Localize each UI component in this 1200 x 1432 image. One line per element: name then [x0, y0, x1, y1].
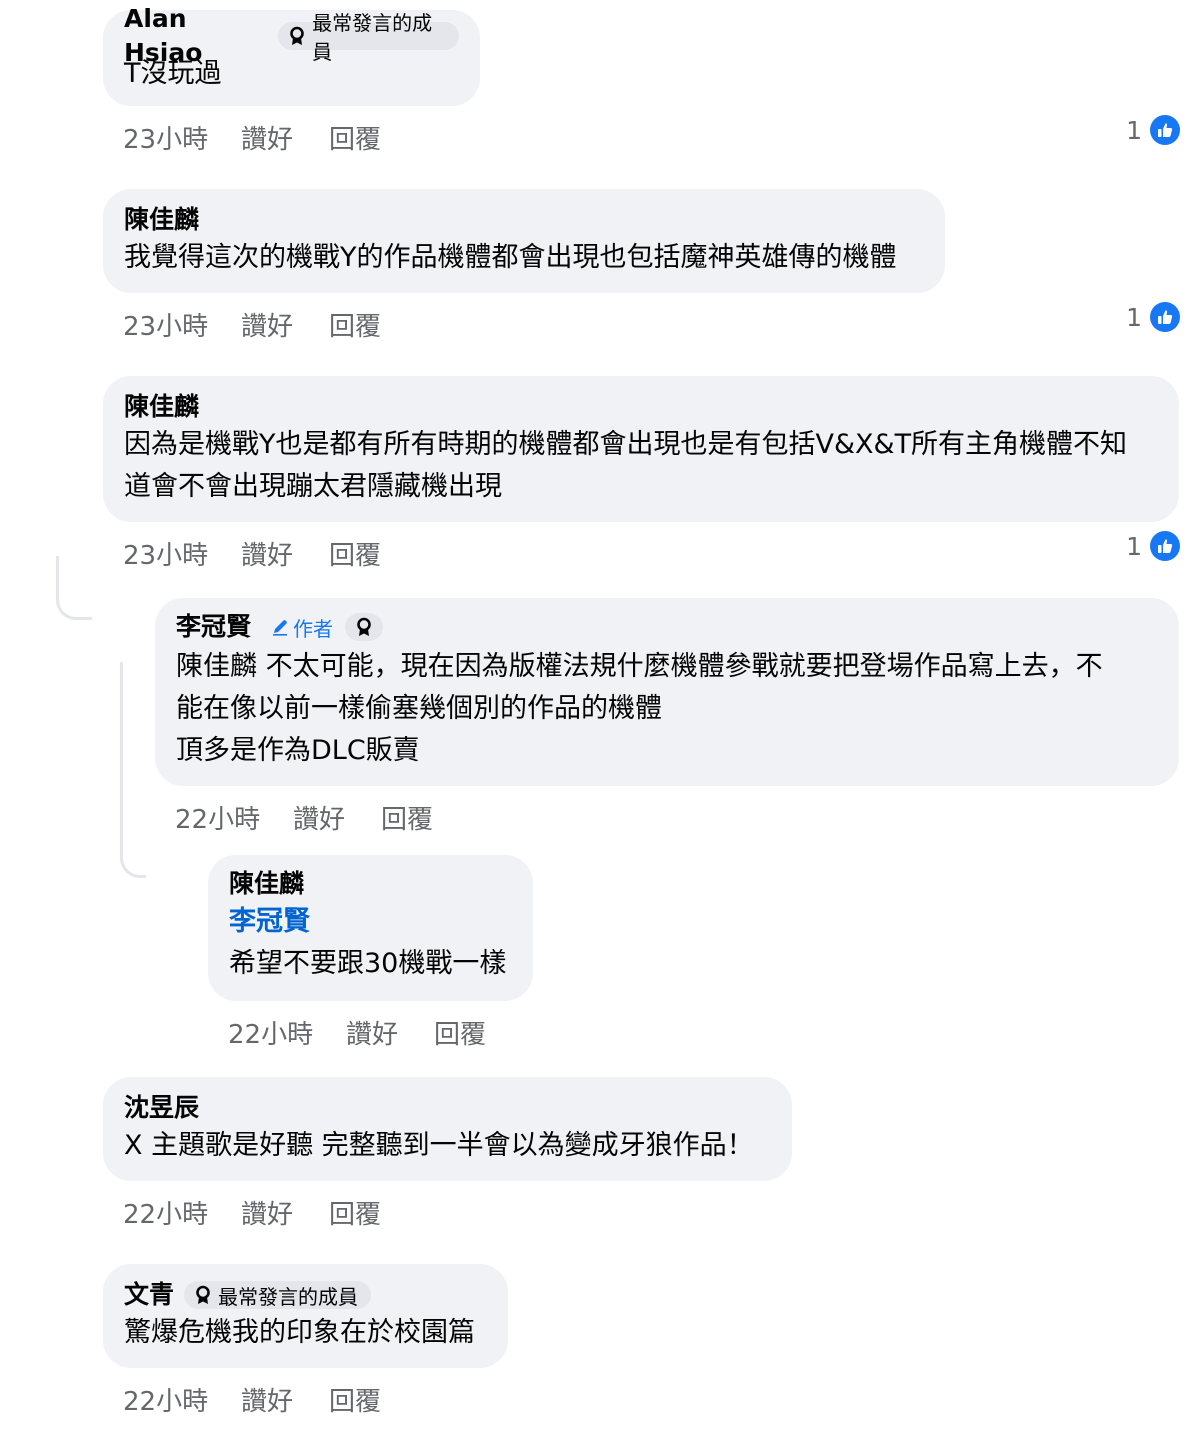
comment-timestamp[interactable]: 22小時 [175, 799, 293, 836]
badge-label: 最常發言的成員 [312, 11, 433, 64]
reply-button[interactable]: 回覆 [381, 799, 433, 836]
comment-author[interactable]: 陳佳麟 [124, 390, 199, 424]
like-button[interactable]: 讚好 [241, 535, 293, 572]
comment-timestamp[interactable]: 22小時 [123, 1194, 241, 1231]
comment-timestamp[interactable]: 23小時 [123, 306, 241, 343]
reply-thread-connector [120, 662, 146, 878]
comment-text: 陳佳麟 不太可能，現在因為版權法規什麼機體參戰就要把登場作品寫上去，不 能在像以… [176, 651, 1103, 766]
comment-author[interactable]: 文青 [124, 1278, 174, 1312]
comment-actions: 22小時 讚好 回覆 [123, 1194, 417, 1230]
comment-timestamp[interactable]: 22小時 [123, 1381, 241, 1418]
like-button[interactable]: 讚好 [241, 1381, 293, 1418]
reaction-number: 1 [1126, 115, 1142, 145]
comment-author[interactable]: 陳佳麟 [229, 867, 304, 901]
comment-text: 驚爆危機我的印象在於校園篇 [124, 1317, 475, 1348]
comment-text: 希望不要跟30機戰一樣 [229, 948, 507, 979]
like-button[interactable]: 讚好 [293, 799, 345, 836]
ribbon-badge-icon [288, 26, 306, 46]
comment-actions: 22小時 讚好 回覆 [228, 1014, 522, 1050]
pencil-icon [271, 618, 289, 636]
reply-button[interactable]: 回覆 [329, 535, 381, 572]
like-button[interactable]: 讚好 [346, 1014, 398, 1051]
comment-actions: 23小時 讚好 回覆 [123, 535, 417, 571]
comment-author[interactable]: 陳佳麟 [124, 203, 199, 237]
like-button[interactable]: 讚好 [241, 119, 293, 156]
comment-bubble: 陳佳麟 因為是機戰Y也是都有所有時期的機體都會出現也是有包括V&X&T所有主角機… [103, 376, 1179, 522]
author-badge-label: 作者 [293, 616, 334, 641]
comment-bubble: 沈昱辰 X 主題歌是好聽 完整聽到一半會以為變成牙狼作品！ [103, 1077, 792, 1181]
comment-actions: 23小時 讚好 回覆 [123, 306, 417, 342]
reply-button[interactable]: 回覆 [329, 119, 381, 156]
reply-button[interactable]: 回覆 [434, 1014, 486, 1051]
comment-bubble: 陳佳麟 我覺得這次的機戰Y的作品機體都會出現也包括魔神英雄傳的機體 [103, 189, 945, 293]
thread-connector [56, 556, 92, 620]
mention-link[interactable]: 李冠賢 [229, 901, 512, 943]
top-contributor-badge[interactable]: 最常發言的成員 [184, 1281, 372, 1309]
comment-actions: 22小時 讚好 回覆 [123, 1381, 417, 1417]
comment-text: X 主題歌是好聽 完整聽到一半會以為變成牙狼作品！ [124, 1130, 754, 1161]
comment-text: 我覺得這次的機戰Y的作品機體都會出現也包括魔神英雄傳的機體 [124, 242, 897, 273]
reaction-count[interactable]: 1 [1126, 301, 1180, 333]
thumbs-up-icon [1150, 115, 1180, 145]
ribbon-badge[interactable] [345, 613, 384, 641]
badge-label: 最常發言的成員 [218, 1284, 359, 1309]
comment-text: 因為是機戰Y也是都有所有時期的機體都會出現也是有包括V&X&T所有主角機體不知 … [124, 429, 1128, 502]
comment-actions: 23小時 讚好 回覆 [123, 119, 417, 155]
reaction-count[interactable]: 1 [1126, 114, 1180, 146]
comment-timestamp[interactable]: 23小時 [123, 119, 241, 156]
like-button[interactable]: 讚好 [241, 1194, 293, 1231]
reply-bubble: 陳佳麟 李冠賢 希望不要跟30機戰一樣 [208, 855, 533, 1001]
reaction-number: 1 [1126, 531, 1142, 561]
thumbs-up-icon [1150, 302, 1180, 332]
author-badge: 作者 [265, 613, 339, 641]
thumbs-up-icon [1150, 531, 1180, 561]
top-contributor-badge[interactable]: 最常發言的成員 [278, 11, 459, 64]
comment-actions: 22小時 讚好 回覆 [175, 799, 469, 835]
reply-button[interactable]: 回覆 [329, 1381, 381, 1418]
like-button[interactable]: 讚好 [241, 306, 293, 343]
reaction-number: 1 [1126, 302, 1142, 332]
ribbon-badge-icon [194, 1285, 212, 1305]
comment-bubble: Alan Hsiao 最常發言的成員 T沒玩過 [103, 4, 480, 106]
comment-timestamp[interactable]: 22小時 [228, 1014, 346, 1051]
ribbon-badge-icon [355, 617, 373, 637]
reply-bubble: 李冠賢 作者 陳佳麟 不太可能，現在因為版權法規什麼機體參戰就要把登場作品寫上去… [155, 598, 1179, 786]
reply-button[interactable]: 回覆 [329, 1194, 381, 1231]
comment-author[interactable]: 沈昱辰 [124, 1091, 199, 1125]
comment-timestamp[interactable]: 23小時 [123, 535, 241, 572]
reaction-count[interactable]: 1 [1126, 530, 1180, 562]
comment-bubble: 文青 最常發言的成員 驚爆危機我的印象在於校園篇 [103, 1264, 508, 1368]
comment-author[interactable]: 李冠賢 [176, 610, 251, 644]
reply-button[interactable]: 回覆 [329, 306, 381, 343]
